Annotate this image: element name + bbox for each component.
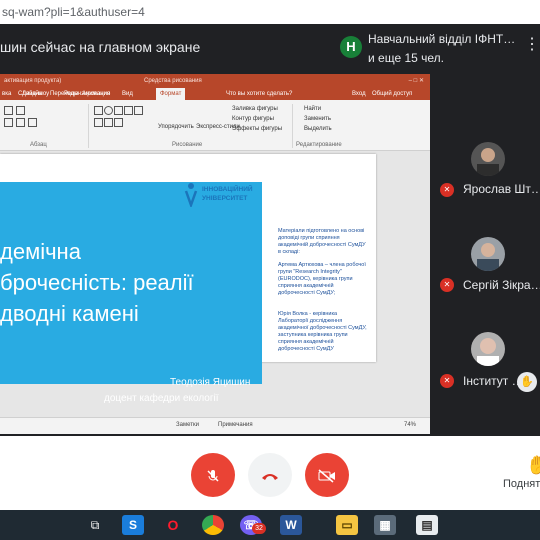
ppt-title-left: активация продукта) — [4, 78, 62, 84]
mic-off-icon: ✕ — [440, 374, 454, 388]
tab-view[interactable]: Вид — [122, 88, 133, 100]
share-button[interactable]: Общий доступ — [372, 88, 412, 100]
slide-title[interactable]: демічна брочесність: реалії дводні камен… — [0, 236, 240, 329]
group-editing-label: Редактирование — [296, 142, 342, 148]
ribbon-separator — [88, 104, 89, 148]
slide-note-paragraph: Юрія Волка - керівника Лабораторії дослі… — [278, 311, 367, 352]
mic-off-icon — [207, 470, 219, 482]
participant-avatar — [471, 332, 505, 366]
participant-avatar — [471, 237, 505, 271]
tab-signin[interactable]: Вход — [352, 88, 366, 100]
comments-button[interactable]: Примечания — [218, 422, 253, 428]
ppt-statusbar: Заметки Примечания 74% — [0, 417, 430, 434]
list-bullet-icon[interactable] — [4, 106, 13, 115]
logo-mark-icon — [184, 183, 198, 207]
ppt-titlebar: активация продукта) Средства рисования –… — [0, 74, 430, 88]
slide-author-position: доцент кафедри екології — [104, 393, 219, 404]
raised-hand-icon: ✋ — [517, 372, 537, 392]
replace-button[interactable]: Заменить — [304, 116, 331, 122]
tell-me-search[interactable]: Что вы хотите сделать? — [226, 88, 292, 100]
shape-triangle-icon[interactable] — [134, 106, 143, 115]
calculator-icon[interactable]: ▦ — [374, 515, 396, 535]
slide-title-line: брочесність: реалії — [0, 270, 194, 295]
shape-arrow-icon[interactable] — [124, 106, 133, 115]
slide-author-name: Теодозія Яцишин — [170, 377, 251, 388]
notification-text-line2[interactable]: и еще 15 чел. — [368, 51, 444, 65]
slide-title-line: демічна — [0, 239, 81, 264]
viber-badge: 32 — [252, 523, 266, 534]
ppt-ribbon-tabs: вка Дизайн Переходы Анимация Слайд-шоу Р… — [0, 88, 430, 100]
shape-callout-icon[interactable] — [114, 118, 123, 127]
notepad-icon[interactable]: ▤ — [416, 515, 438, 535]
slide-note-paragraph: Артема Артюхова – члена робочої групи "R… — [278, 262, 366, 296]
shape-effects-button[interactable]: Эффекты фигуры — [232, 126, 282, 132]
task-view-icon[interactable]: ⧉ — [84, 515, 106, 535]
group-paragraph-label: Абзац — [30, 142, 47, 148]
word-icon[interactable]: W — [280, 515, 302, 535]
zoom-level[interactable]: 74% — [404, 422, 416, 428]
align-right-icon[interactable] — [28, 118, 37, 127]
url-text: sq-wam?pli=1&authuser=4 — [2, 5, 145, 19]
slide-note-paragraph: Матеріали підготовлено на основі доповід… — [278, 228, 366, 255]
shape-oval-icon[interactable] — [104, 106, 113, 115]
window-controls[interactable]: – □ ✕ — [409, 74, 424, 88]
shape-brace-icon[interactable] — [104, 118, 113, 127]
tab-format[interactable]: Формат — [156, 88, 186, 100]
university-logo: ІННОВАЦІЙНИЙ УНІВЕРСИТЕТ — [184, 181, 264, 207]
participant-avatar — [471, 142, 505, 176]
address-bar[interactable]: sq-wam?pli=1&authuser=4 — [0, 0, 540, 24]
participant-name[interactable]: Інститут … — [463, 374, 524, 388]
raise-hand-label[interactable]: Поднят — [503, 478, 540, 490]
logo-text-line1: ІННОВАЦІЙНИЙ — [202, 186, 253, 193]
notification-avatar: Н — [340, 36, 362, 58]
shape-rect-icon[interactable] — [94, 106, 103, 115]
participant-name[interactable]: Ярослав Шт… — [463, 182, 540, 196]
align-center-icon[interactable] — [16, 118, 25, 127]
list-number-icon[interactable] — [16, 106, 25, 115]
select-button[interactable]: Выделить — [304, 126, 332, 132]
chrome-icon[interactable] — [202, 515, 224, 535]
tab-review[interactable]: Рецензирование — [64, 88, 110, 100]
group-drawing-label: Рисование — [172, 142, 203, 148]
tab-slideshow[interactable]: Слайд-шоу — [18, 88, 49, 100]
ribbon-separator — [292, 104, 293, 148]
logo-text-line2: УНІВЕРСИТЕТ — [202, 195, 248, 202]
tab-insert[interactable]: вка — [2, 88, 11, 100]
camera-toggle-button[interactable] — [305, 453, 349, 497]
more-options-icon[interactable]: ⋮ — [524, 34, 540, 58]
file-explorer-icon[interactable]: ▭ — [336, 515, 358, 535]
ppt-ribbon: Абзац Упорядочить Экспресс-стили Заливка… — [0, 100, 430, 151]
slide-title-line: дводні камені — [0, 301, 139, 326]
notes-button[interactable]: Заметки — [176, 422, 199, 428]
shape-star-icon[interactable] — [94, 118, 103, 127]
app-s-icon[interactable]: S — [122, 515, 144, 535]
phone-hangup-icon — [262, 474, 278, 481]
raise-hand-icon[interactable]: ✋ — [526, 455, 540, 476]
find-button[interactable]: Найти — [304, 106, 321, 112]
camera-off-icon — [318, 469, 335, 483]
mic-off-icon: ✕ — [440, 183, 454, 197]
ppt-title-center: Средства рисования — [144, 78, 202, 84]
presenting-title: шин сейчас на главном экране — [0, 39, 201, 55]
meet-header: шин сейчас на главном экране Н Навчальни… — [0, 24, 540, 72]
windows-taskbar — [0, 510, 540, 540]
hang-up-button[interactable] — [248, 453, 292, 497]
notification-text-line1[interactable]: Навчальний відділ ІФНТ… — [368, 32, 515, 46]
mic-off-icon: ✕ — [440, 278, 454, 292]
shape-fill-button[interactable]: Заливка фигуры — [232, 106, 278, 112]
arrange-button[interactable]: Упорядочить — [158, 124, 194, 130]
opera-icon[interactable]: O — [162, 515, 184, 535]
shape-outline-button[interactable]: Контур фигуры — [232, 116, 274, 122]
shape-line-icon[interactable] — [114, 106, 123, 115]
align-left-icon[interactable] — [4, 118, 13, 127]
mic-toggle-button[interactable] — [191, 453, 235, 497]
participant-name[interactable]: Сергій Зікра… — [463, 278, 540, 292]
